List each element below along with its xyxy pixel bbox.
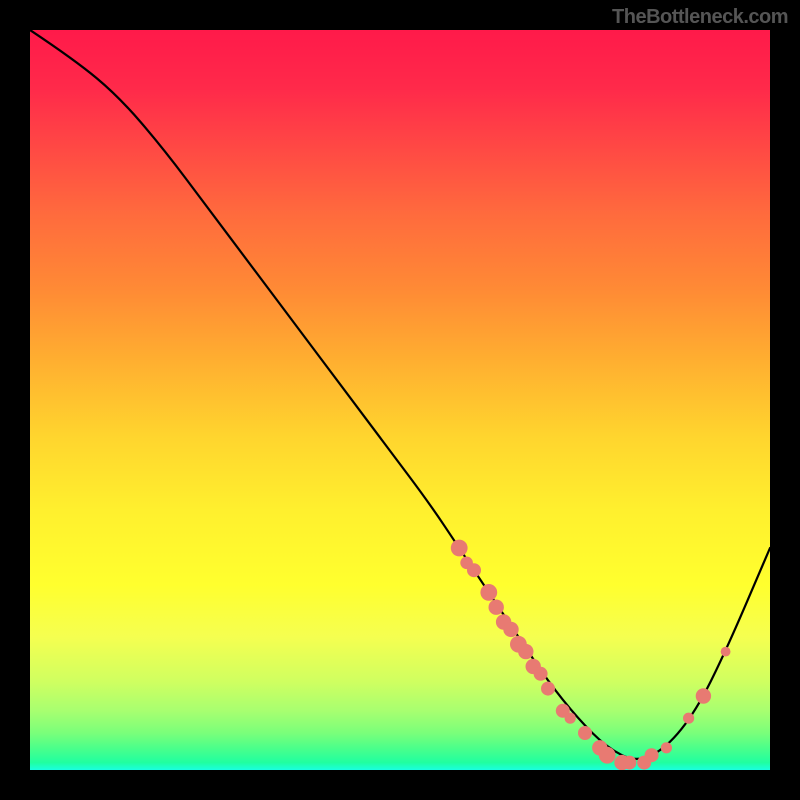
chart-svg (30, 30, 770, 770)
data-point (480, 584, 497, 601)
bottleneck-curve (30, 30, 770, 759)
data-point (534, 667, 548, 681)
chart-container: TheBottleneck.com (0, 0, 800, 800)
plot-area (30, 30, 770, 770)
data-point (541, 682, 555, 696)
data-point (696, 688, 711, 703)
data-point (451, 540, 468, 557)
data-point (503, 622, 518, 637)
data-point (721, 647, 731, 657)
data-point (467, 563, 481, 577)
curve-markers (451, 540, 731, 770)
data-point (645, 748, 659, 762)
attribution-text: TheBottleneck.com (612, 6, 788, 29)
data-point (578, 726, 592, 740)
data-point (565, 713, 576, 724)
data-point (661, 742, 672, 753)
data-point (518, 644, 533, 659)
data-point (599, 747, 616, 764)
data-point (489, 600, 504, 615)
data-point (622, 756, 636, 770)
data-point (683, 713, 694, 724)
